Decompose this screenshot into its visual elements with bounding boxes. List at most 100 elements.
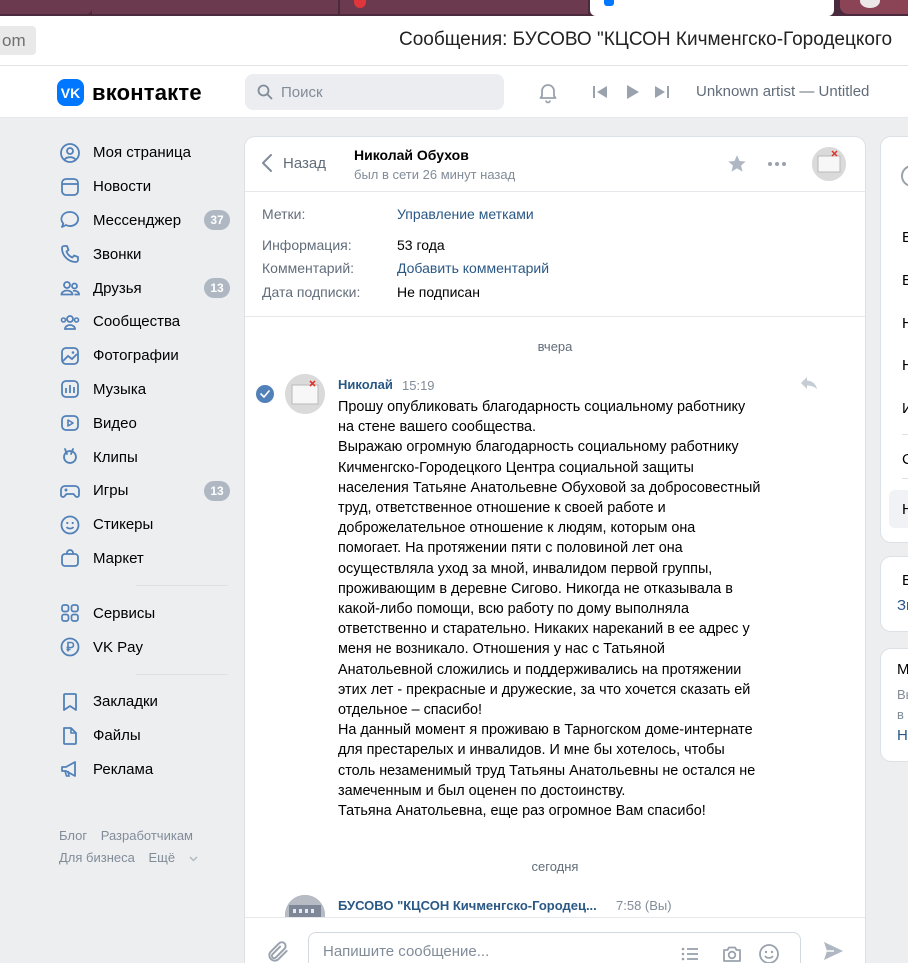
side-card-title: М [897, 661, 908, 678]
chat-panel: Назад Николай Обухов был в сети 26 минут… [245, 137, 865, 963]
avatar-placeholder-icon [812, 147, 846, 181]
footer-link-business[interactable]: Для бизнеса [59, 850, 135, 865]
sidebar-item-my-page[interactable]: Моя страница [58, 136, 233, 170]
sidebar-item-files[interactable]: Файлы [58, 719, 233, 753]
info-value: 53 года [397, 237, 445, 253]
messenger-count-badge: 37 [204, 210, 230, 231]
selected-check-icon[interactable] [256, 385, 274, 403]
sidebar-item-video[interactable]: Видео [58, 406, 233, 440]
footer-link-more[interactable]: Ещё [148, 850, 198, 865]
browser-tab[interactable] [0, 0, 92, 14]
chat-list-item[interactable]: Н [902, 315, 908, 332]
chat-list-item[interactable]: С [902, 451, 908, 468]
sidebar-item-ads[interactable]: Реклама [58, 753, 233, 787]
sidebar-item-bookmarks[interactable]: Закладки [58, 685, 233, 719]
sidebar-item-label: Реклама [93, 760, 154, 778]
info-row-comment: Комментарий: Добавить комментарий [262, 260, 549, 276]
sidebar-item-news[interactable]: Новости [58, 170, 233, 204]
url-field[interactable]: om [0, 26, 36, 55]
chat-list-item[interactable]: Н [902, 501, 908, 518]
message-author[interactable]: Николай [338, 377, 393, 392]
more-icon[interactable] [765, 153, 789, 175]
chat-list-item[interactable]: Н [902, 357, 908, 374]
footer-link-blog[interactable]: Блог [59, 828, 87, 843]
chevron-left-icon [262, 154, 272, 172]
sidebar-item-label: Игры [93, 482, 129, 500]
sidebar-item-communities[interactable]: Сообщества [58, 305, 233, 339]
sidebar-item-messenger[interactable]: Мессенджер 37 [58, 204, 233, 238]
bell-icon[interactable] [536, 80, 560, 104]
page-title: Сообщения: БУСОВО "КЦСОН Кичменгско-Горо… [399, 29, 893, 50]
list-divider [902, 478, 908, 479]
side-card-link[interactable]: Зн [897, 597, 908, 614]
send-icon[interactable] [821, 939, 845, 963]
sidebar-item-label: Звонки [93, 245, 142, 263]
reply-icon[interactable] [800, 376, 818, 390]
sidebar-item-clips[interactable]: Клипы [58, 440, 233, 474]
search-input[interactable] [281, 83, 491, 101]
browser-profile-button[interactable] [840, 0, 908, 14]
message-input-box[interactable] [308, 932, 801, 963]
sidebar-item-photos[interactable]: Фотографии [58, 339, 233, 373]
next-track-icon[interactable] [652, 82, 672, 102]
sidebar-item-services[interactable]: Сервисы [58, 596, 233, 630]
footer-link-developers[interactable]: Разработчикам [101, 828, 193, 843]
manage-tags-link[interactable]: Управление метками [397, 206, 534, 222]
paperclip-icon[interactable] [265, 939, 291, 963]
friends-icon [60, 281, 80, 296]
gamepad-icon [60, 484, 80, 498]
template-list-icon[interactable] [678, 942, 702, 963]
chat-list-item[interactable]: В [902, 229, 908, 246]
message-time[interactable]: 7:58 (Вы) [616, 898, 672, 913]
bookmark-icon [63, 692, 77, 711]
address-bar: om Сообщения: БУСОВО "КЦСОН Кичменгско-Г… [0, 16, 908, 66]
add-comment-link[interactable]: Добавить комментарий [397, 260, 549, 276]
sidebar-item-vk-pay[interactable]: VK Pay [58, 630, 233, 664]
back-button[interactable]: Назад [261, 153, 326, 173]
message-icon [60, 211, 79, 229]
current-track[interactable]: Unknown artist — Untitled [696, 83, 869, 100]
info-key: Комментарий: [262, 260, 355, 276]
chat-list-item[interactable]: В [902, 272, 908, 289]
vk-logo[interactable]: VK вконтакте [57, 79, 202, 106]
search-circle-icon[interactable] [901, 165, 908, 187]
chat-list-item[interactable]: И [902, 400, 908, 417]
message-input[interactable] [323, 943, 653, 960]
smile-icon [60, 515, 80, 535]
sidebar-item-stickers[interactable]: Стикеры [58, 508, 233, 542]
message-time[interactable]: 15:19 [402, 378, 435, 393]
friends-count-badge: 13 [204, 278, 230, 299]
peer-name[interactable]: Николай Обухов [354, 147, 469, 163]
message-author-avatar[interactable] [285, 374, 325, 414]
previous-track-icon[interactable] [590, 82, 610, 102]
sidebar-item-label: Закладки [93, 693, 158, 711]
play-icon[interactable] [622, 82, 642, 102]
peer-avatar[interactable] [812, 147, 846, 181]
message-author[interactable]: БУСОВО "КЦСОН Кичменгско-Городец... [338, 898, 597, 913]
sidebar-item-music[interactable]: Музыка [58, 373, 233, 407]
info-key: Метки: [262, 206, 306, 222]
sidebar-item-calls[interactable]: Звонки [58, 237, 233, 271]
sidebar-item-label: Видео [93, 414, 137, 432]
sidebar-item-market[interactable]: Маркет [58, 542, 233, 576]
date-separator: вчера [537, 339, 573, 354]
side-card-link[interactable]: На [897, 727, 908, 744]
sidebar-item-label: Файлы [93, 727, 141, 745]
info-row-subscription: Дата подписки: Не подписан [262, 284, 480, 300]
browser-tab[interactable] [92, 0, 338, 14]
emoji-icon[interactable] [757, 942, 781, 963]
search-box[interactable] [245, 74, 504, 110]
tab-favicon-icon [354, 0, 366, 8]
sidebar-item-label: Сообщества [93, 313, 181, 331]
vk-logo-text: вконтакте [92, 79, 202, 105]
info-row-tags: Метки: Управление метками [262, 206, 534, 222]
avatar-placeholder-icon [285, 374, 325, 414]
browser-tab-active[interactable] [590, 0, 834, 16]
vk-favicon-icon [604, 0, 614, 6]
sidebar-item-games[interactable]: Игры 13 [58, 474, 233, 508]
browser-tab[interactable] [340, 0, 588, 14]
camera-icon[interactable] [720, 942, 744, 963]
message-composer [245, 917, 865, 963]
star-icon[interactable] [726, 153, 748, 175]
sidebar-item-friends[interactable]: Друзья 13 [58, 271, 233, 305]
